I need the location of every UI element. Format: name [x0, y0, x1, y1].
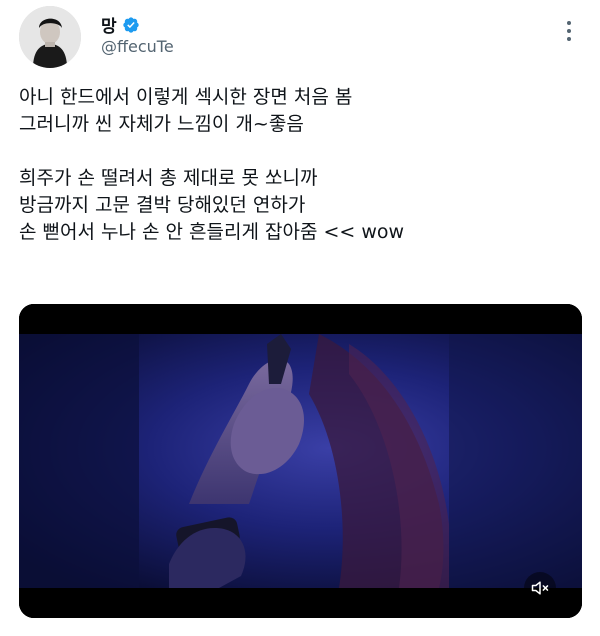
mute-toggle-button[interactable]: [524, 572, 556, 604]
tweet-text-line: 그러니까 씬 자체가 느낌이 개~좋음: [19, 113, 304, 135]
verified-badge-icon: [122, 16, 139, 33]
tweet-text-line: 희주가 손 떨려서 총 제대로 못 쏘니까: [19, 167, 318, 189]
author-display-name[interactable]: 망: [101, 12, 117, 37]
tweet-card: 망 @ffecuTe 아니 한드에서 이렇게 섹시한 장면 처음 봄 그러니까 …: [0, 0, 600, 636]
avatar-image: [19, 6, 81, 68]
tweet-text-line: 방금까지 고문 결박 당해있던 연하가: [19, 194, 306, 216]
author-name-row: 망: [101, 12, 140, 37]
video-frame: [19, 304, 582, 618]
speaker-muted-icon: [531, 581, 549, 595]
author-avatar[interactable]: [19, 6, 81, 68]
tweet-text-line: 아니 한드에서 이렇게 섹시한 장면 처음 봄: [19, 86, 353, 108]
tweet-text-line: 손 뻗어서 누나 손 안 흔들리게 잡아줌 << wow: [19, 221, 405, 243]
tweet-text: 아니 한드에서 이렇게 섹시한 장면 처음 봄 그러니까 씬 자체가 느낌이 개…: [19, 84, 579, 246]
more-options-icon[interactable]: [560, 18, 578, 44]
author-handle[interactable]: @ffecuTe: [101, 37, 174, 56]
tweet-video[interactable]: [19, 304, 582, 618]
